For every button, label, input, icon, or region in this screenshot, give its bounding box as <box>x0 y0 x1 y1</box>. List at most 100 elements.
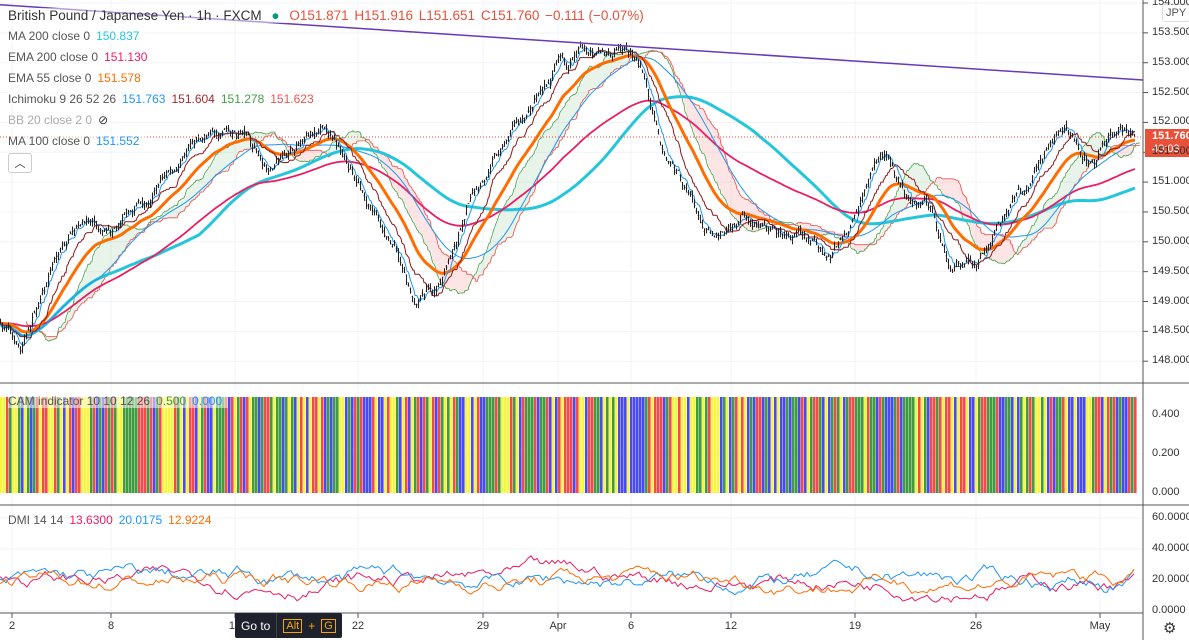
cam-bar <box>225 397 228 493</box>
cloud-segment <box>728 167 730 207</box>
cam-bar <box>327 397 330 493</box>
cloud-segment <box>516 183 518 227</box>
candle <box>225 125 228 133</box>
candle <box>13 335 16 345</box>
cam-bar <box>105 397 108 493</box>
candle <box>207 132 210 137</box>
time-axis-label[interactable]: 29 <box>477 620 489 632</box>
cam-bar <box>1032 397 1035 493</box>
cam-bar <box>648 397 651 493</box>
candle <box>683 184 686 190</box>
cam-bar <box>369 397 372 493</box>
candle <box>269 166 272 172</box>
cam-bar <box>1083 397 1086 493</box>
cloud-segment <box>974 221 976 242</box>
cloud-segment <box>200 179 202 193</box>
candle <box>65 241 68 250</box>
legend-ichimoku[interactable]: Ichimoku 9 26 52 26 151.763 151.604 151.278… <box>8 92 320 106</box>
time-axis-label[interactable]: 22 <box>352 620 364 632</box>
time-axis-label[interactable]: 19 <box>849 620 861 632</box>
cam-bar <box>855 397 858 493</box>
cam-bar <box>177 397 180 493</box>
cam-bar <box>159 397 162 493</box>
cam-bar <box>792 397 795 493</box>
cam-bar <box>354 397 357 493</box>
cam-bar <box>963 397 966 493</box>
dmi-legend[interactable]: DMI 14 14 13.6300 20.0175 12.9224 <box>8 513 218 527</box>
legend-value: 151.623 <box>270 92 314 106</box>
cam-bar <box>969 397 972 493</box>
cam-bar <box>639 397 642 493</box>
cloud-segment <box>460 267 462 294</box>
cam-bar <box>693 397 696 493</box>
legend-ma100[interactable]: MA 100 close 0 151.552 <box>8 134 146 148</box>
plus: + <box>308 618 316 633</box>
legend-value: 151.578 <box>97 71 141 85</box>
cloud-segment <box>1076 160 1078 185</box>
time-axis-label[interactable]: Apr <box>549 620 566 632</box>
cam-bar <box>987 397 990 493</box>
eye-hidden-icon[interactable]: ⊘ <box>98 113 108 127</box>
cam-bar <box>12 397 15 493</box>
cam-bar <box>951 397 954 493</box>
candle <box>565 62 568 71</box>
cam-bar <box>711 397 714 493</box>
candle <box>573 51 576 62</box>
cloud-segment <box>110 231 112 270</box>
legend-bb[interactable]: BB 20 close 2 0 ⊘ <box>8 113 115 127</box>
cam-bar <box>126 397 129 493</box>
cam-bar <box>753 397 756 493</box>
candle <box>1033 166 1036 174</box>
cam-legend[interactable]: CAM indicator 10 10 12 26 0.500 0.000 <box>8 394 229 408</box>
candle <box>435 285 438 297</box>
time-axis-label[interactable]: 2 <box>9 620 15 632</box>
cam-bar <box>135 397 138 493</box>
legend-value: 20.0175 <box>118 513 163 527</box>
legend-label: EMA 55 close 0 <box>8 71 92 85</box>
time-axis-label[interactable]: 8 <box>108 620 114 632</box>
price-axis-label: 148.500 <box>1152 324 1189 337</box>
cam-bar <box>873 397 876 493</box>
cam-bar <box>633 397 636 493</box>
candle <box>363 192 366 201</box>
legend-label: MA 100 close 0 <box>8 134 91 148</box>
legend-ema55[interactable]: EMA 55 close 0 151.578 <box>8 71 147 85</box>
cloud-segment <box>1128 145 1130 156</box>
symbol-title[interactable]: British Pound / Japanese Yen · 1h · FXCM <box>8 8 262 23</box>
legend-ema200[interactable]: EMA 200 close 0 151.130 <box>8 50 154 64</box>
candle <box>1059 128 1062 133</box>
cam-bar <box>684 397 687 493</box>
cam-bar <box>432 397 435 493</box>
cam-bars <box>0 397 1137 493</box>
candle <box>161 173 164 181</box>
time-axis-label[interactable]: May <box>1090 620 1111 632</box>
key-alt: Alt <box>283 618 303 633</box>
settings-gear-icon[interactable]: ⚙ <box>1163 619 1176 637</box>
cam-bar <box>1131 397 1134 493</box>
candle <box>589 47 592 56</box>
cam-bar <box>498 397 501 493</box>
legend-ma200[interactable]: MA 200 close 0 150.837 <box>8 29 146 43</box>
cam-bar <box>24 397 27 493</box>
collapse-legend-button[interactable]: ︿ <box>8 153 32 173</box>
cam-bar <box>333 397 336 493</box>
candle <box>407 282 410 287</box>
candle <box>651 106 654 115</box>
time-axis-label[interactable]: 26 <box>970 620 982 632</box>
price-axis-label: 149.000 <box>1152 294 1189 307</box>
candle <box>201 137 204 143</box>
candle <box>453 242 456 251</box>
cam-bar <box>81 397 84 493</box>
cam-bar <box>1074 397 1077 493</box>
time-axis-label[interactable]: 6 <box>628 620 634 632</box>
cam-bar <box>78 397 81 493</box>
cam-bar <box>786 397 789 493</box>
candle <box>677 169 680 172</box>
cam-axis-label: 0.400 <box>1152 408 1180 420</box>
cam-bar <box>192 397 195 493</box>
time-axis-label[interactable]: 12 <box>725 620 737 632</box>
cam-bar <box>441 397 444 493</box>
candle <box>343 153 346 161</box>
cam-bar <box>120 397 123 493</box>
cam-bar <box>504 397 507 493</box>
